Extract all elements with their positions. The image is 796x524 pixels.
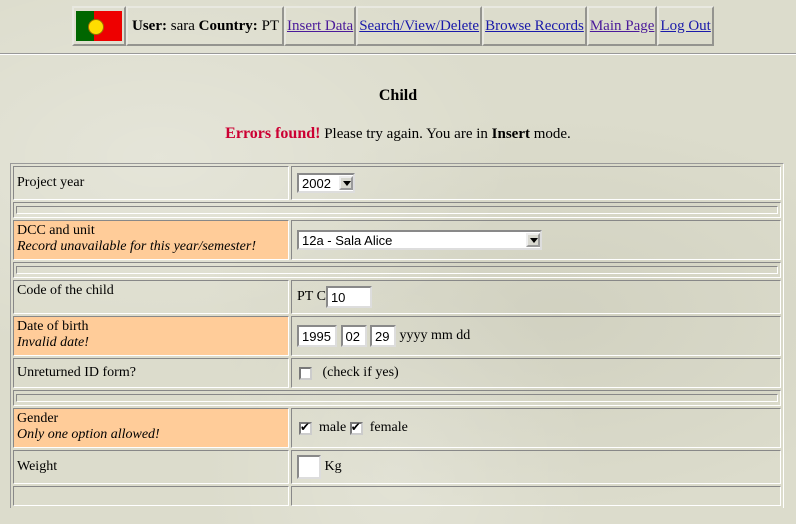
dob-year-input[interactable]: 1995: [297, 325, 337, 347]
unreturned-label: Unreturned ID form?: [13, 358, 289, 388]
dcc-unit-value-cell: 12a - Sala Alice: [291, 220, 781, 260]
user-label: User:: [132, 17, 167, 34]
dcc-unit-select[interactable]: 12a - Sala Alice: [297, 230, 542, 250]
dob-year-value: 1995: [302, 328, 331, 344]
dob-label: Date of birth: [17, 319, 89, 334]
dob-label-cell: Date of birth Invalid date!: [13, 316, 289, 356]
dob-format-hint: yyyy mm dd: [399, 328, 471, 343]
dob-month-value: 02: [345, 328, 360, 344]
unreturned-hint: (check if yes): [322, 365, 399, 380]
dropdown-arrow-icon: [526, 233, 540, 247]
dob-error: Invalid date!: [17, 335, 89, 350]
message-suffix: mode.: [533, 126, 571, 142]
code-row: Code of the child PT C 10: [13, 280, 781, 314]
status-message: Errors found! Please try again. You are …: [0, 125, 796, 143]
gender-male-label: male: [319, 420, 347, 435]
unreturned-checkbox[interactable]: [299, 366, 312, 380]
weight-label: Weight: [13, 450, 289, 484]
log-out-link[interactable]: Log Out: [659, 18, 711, 35]
dcc-unit-error: Record unavailable for this year/semeste…: [17, 239, 256, 254]
search-view-delete-link[interactable]: Search/View/Delete: [358, 18, 480, 35]
gender-female-label: female: [369, 420, 408, 435]
dob-day-input[interactable]: 29: [370, 325, 396, 347]
dob-day-value: 29: [375, 328, 390, 344]
top-navigation-bar: User: sara Country: PT Insert Data Searc…: [72, 6, 714, 46]
portugal-flag-icon: [76, 11, 122, 41]
dob-value-cell: 1995 02 29 yyyy mm dd: [291, 316, 781, 356]
next-row-label: [13, 486, 289, 506]
user-name: sara: [170, 17, 195, 34]
gender-error: Only one option allowed!: [17, 427, 160, 442]
page-title: Child: [378, 87, 418, 104]
weight-row: Weight Kg: [13, 450, 781, 484]
code-prefix: PT C: [297, 289, 326, 304]
weight-unit: Kg: [324, 459, 342, 474]
project-year-select[interactable]: 2002: [297, 173, 355, 193]
message-text: Please try again. You are in: [324, 126, 488, 142]
section-separator: [13, 262, 781, 278]
country-flag-cell: [72, 6, 126, 46]
unreturned-value-cell: (check if yes): [291, 358, 781, 388]
code-label: Code of the child: [13, 280, 289, 314]
nav-logout-cell: Log Out: [657, 6, 714, 46]
main-page-link[interactable]: Main Page: [589, 18, 656, 35]
gender-row: Gender Only one option allowed! male fem…: [13, 408, 781, 448]
nav-browse-cell: Browse Records: [482, 6, 587, 46]
unreturned-row: Unreturned ID form? (check if yes): [13, 358, 781, 388]
dropdown-arrow-icon: [339, 176, 353, 190]
dob-month-input[interactable]: 02: [340, 325, 367, 347]
weight-value-cell: Kg: [291, 450, 781, 484]
error-text: Errors found!: [225, 125, 321, 142]
gender-male-checkbox[interactable]: [299, 420, 312, 435]
weight-input[interactable]: [297, 455, 321, 479]
user-info: User: sara Country: PT: [126, 6, 284, 46]
next-row-value: [291, 486, 781, 506]
dob-row: Date of birth Invalid date! 1995 02 29 y…: [13, 316, 781, 356]
project-year-label: Project year: [13, 166, 289, 200]
dcc-unit-selected: 12a - Sala Alice: [302, 232, 393, 248]
gender-female-checkbox[interactable]: [349, 420, 363, 435]
child-code-value: 10: [330, 289, 346, 305]
project-year-selected: 2002: [302, 175, 331, 191]
header-divider: [0, 53, 796, 55]
dcc-unit-label: DCC and unit: [17, 223, 95, 238]
browse-records-link[interactable]: Browse Records: [484, 18, 585, 35]
mode-text: Insert: [491, 126, 530, 142]
gender-value-cell: male female: [291, 408, 781, 448]
country-label: Country:: [198, 17, 258, 34]
nav-main-page-cell: Main Page: [586, 6, 658, 46]
next-row-partial: [13, 486, 781, 506]
dcc-unit-row: DCC and unit Record unavailable for this…: [13, 220, 781, 260]
nav-search-cell: Search/View/Delete: [356, 6, 483, 46]
gender-label-cell: Gender Only one option allowed!: [13, 408, 289, 448]
child-code-input[interactable]: 10: [325, 286, 372, 308]
country-code: PT: [261, 17, 280, 34]
gender-label: Gender: [17, 411, 59, 426]
insert-data-link[interactable]: Insert Data: [286, 18, 354, 35]
code-value-cell: PT C 10: [291, 280, 781, 314]
section-separator: [13, 202, 781, 218]
section-separator: [13, 390, 781, 406]
project-year-value-cell: 2002: [291, 166, 781, 200]
nav-insert-data-cell: Insert Data: [284, 6, 357, 46]
project-year-row: Project year 2002: [13, 166, 781, 200]
child-form: Project year 2002 DCC and unit Record un…: [10, 163, 784, 508]
dcc-unit-label-cell: DCC and unit Record unavailable for this…: [13, 220, 289, 260]
